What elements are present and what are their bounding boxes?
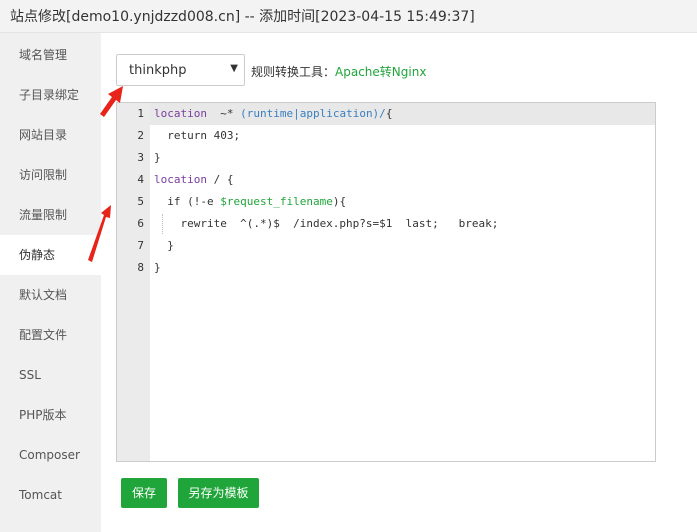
sidebar-item-label: 网站目录 bbox=[19, 128, 68, 142]
save-button[interactable]: 保存 bbox=[121, 478, 167, 508]
code-token: ~* bbox=[206, 107, 241, 120]
code-line: return 403; bbox=[154, 125, 240, 147]
code-line: } bbox=[154, 147, 161, 169]
line-number: 5 bbox=[137, 195, 144, 208]
code-line: location / { bbox=[154, 169, 233, 191]
sidebar-item-label: 访问限制 bbox=[19, 168, 68, 182]
sidebar-item-config-file[interactable]: 配置文件 bbox=[0, 315, 101, 355]
code-token: / { bbox=[206, 173, 234, 186]
caret-down-icon: ▼ bbox=[230, 63, 238, 74]
sidebar-item-composer[interactable]: Composer bbox=[0, 435, 101, 475]
sidebar-item-rewrite[interactable]: 伪静态 bbox=[0, 235, 101, 275]
window-title-bar: 站点修改[demo10.ynjdzzd008.cn] -- 添加时间[2023-… bbox=[0, 0, 697, 33]
code-token: return 403; bbox=[154, 129, 241, 142]
code-token: $request_filename bbox=[220, 195, 333, 208]
rule-convert-tool: 规则转换工具：Apache转Nginx bbox=[251, 63, 426, 80]
sidebar-item-label: 流量限制 bbox=[19, 208, 68, 222]
sidebar-item-label: SSL bbox=[19, 368, 41, 382]
sidebar-item-label: PHP版本 bbox=[19, 408, 67, 422]
code-token: rewrite ^(.*)$ /index.php?s=$1 last; bre… bbox=[154, 217, 499, 230]
tool-label: 规则转换工具： bbox=[251, 65, 336, 79]
sidebar-item-php-version[interactable]: PHP版本 bbox=[0, 395, 101, 435]
line-number: 4 bbox=[137, 173, 144, 186]
code-token: { bbox=[385, 107, 393, 120]
sidebar-item-label: Composer bbox=[19, 448, 80, 462]
code-token: ){ bbox=[332, 195, 347, 208]
sidebar: 域名管理 子目录绑定 网站目录 访问限制 流量限制 伪静态 默认文档 配置文件 … bbox=[0, 33, 101, 532]
code-token: location bbox=[154, 173, 207, 186]
line-number: 2 bbox=[137, 129, 144, 142]
sidebar-item-default-doc[interactable]: 默认文档 bbox=[0, 275, 101, 315]
window-title: 站点修改[demo10.ynjdzzd008.cn] -- 添加时间[2023-… bbox=[10, 9, 475, 25]
line-number: 6 bbox=[137, 217, 144, 230]
sidebar-item-label: Tomcat bbox=[19, 488, 62, 502]
sidebar-item-label: 域名管理 bbox=[19, 48, 68, 62]
code-line: location ~* (runtime|application)/{ bbox=[154, 103, 392, 125]
sidebar-item-ssl[interactable]: SSL bbox=[0, 355, 101, 395]
sidebar-item-tomcat[interactable]: Tomcat bbox=[0, 475, 101, 515]
sidebar-item-domain[interactable]: 域名管理 bbox=[0, 35, 101, 75]
sidebar-item-subdir[interactable]: 子目录绑定 bbox=[0, 75, 101, 115]
sidebar-item-label: 伪静态 bbox=[19, 248, 56, 262]
line-number: 1 bbox=[137, 107, 144, 120]
sidebar-item-label: 子目录绑定 bbox=[19, 88, 80, 102]
sidebar-item-label: 配置文件 bbox=[19, 328, 68, 342]
code-token: if (!-e bbox=[154, 195, 221, 208]
code-line: } bbox=[154, 257, 161, 279]
code-token: (runtime|application)/ bbox=[240, 107, 386, 120]
line-number: 8 bbox=[137, 261, 144, 274]
save-as-template-button[interactable]: 另存为模板 bbox=[178, 478, 259, 508]
code-token: location bbox=[154, 107, 207, 120]
rewrite-code-editor[interactable]: 1 2 3 4 5 6 7 8 location ~* (runtime|applicatio… bbox=[116, 102, 656, 462]
line-number: 3 bbox=[137, 151, 144, 164]
code-line: } bbox=[154, 235, 174, 257]
code-line: if (!-e $request_filename){ bbox=[154, 191, 346, 213]
select-value: thinkphp bbox=[129, 63, 187, 78]
apache-to-nginx-link[interactable]: Apache转Nginx bbox=[335, 65, 426, 79]
code-token: } bbox=[154, 151, 161, 164]
sidebar-item-site-dir[interactable]: 网站目录 bbox=[0, 115, 101, 155]
sidebar-item-access-limit[interactable]: 访问限制 bbox=[0, 155, 101, 195]
sidebar-item-label: 默认文档 bbox=[19, 288, 68, 302]
indent-guide bbox=[162, 214, 163, 234]
code-line: rewrite ^(.*)$ /index.php?s=$1 last; bre… bbox=[154, 213, 498, 235]
rewrite-template-select[interactable]: thinkphp ▼ bbox=[116, 54, 245, 86]
code-token: } bbox=[154, 239, 174, 252]
code-token: } bbox=[154, 261, 161, 274]
line-number: 7 bbox=[137, 239, 144, 252]
sidebar-item-traffic-limit[interactable]: 流量限制 bbox=[0, 195, 101, 235]
